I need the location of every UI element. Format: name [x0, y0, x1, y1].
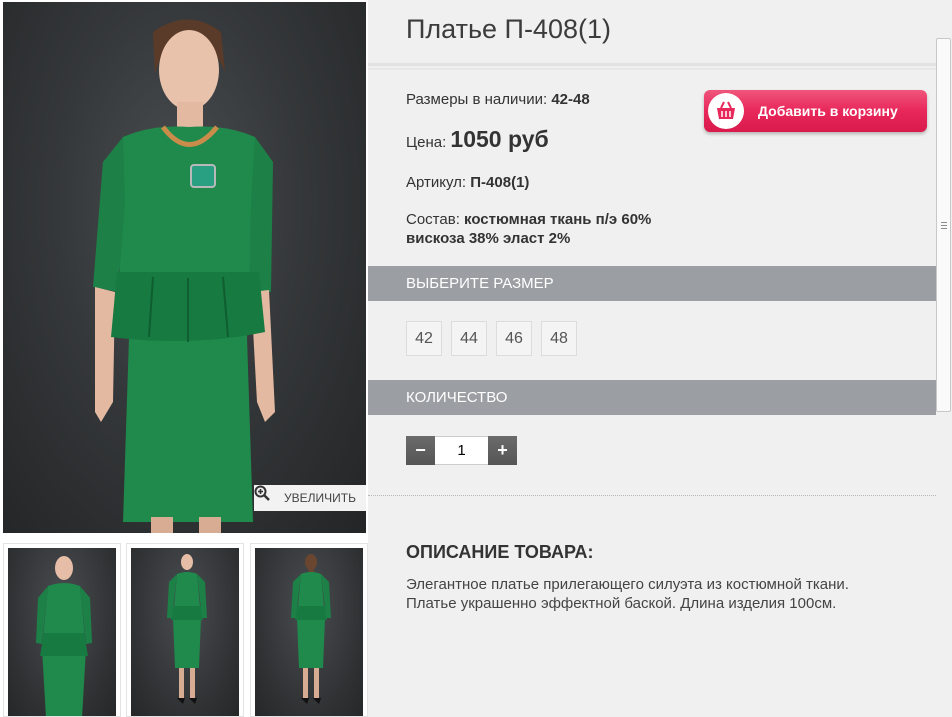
- model-figure: [93, 19, 275, 533]
- description-text: Элегантное платье прилегающего силуэта и…: [406, 575, 916, 613]
- scrollbar-grip-icon: [941, 222, 947, 230]
- thumbnail-back[interactable]: [250, 543, 368, 717]
- description-line-1: Элегантное платье прилегающего силуэта и…: [406, 576, 849, 593]
- zoom-button[interactable]: УВЕЛИЧИТЬ: [254, 485, 366, 511]
- article-value: П-408(1): [470, 174, 530, 191]
- composition-label: Состав:: [406, 211, 460, 228]
- product-info-panel: Платье П-408(1) Размеры в наличии: 42-48…: [368, 0, 936, 717]
- thumbnail-front[interactable]: [3, 543, 121, 717]
- add-to-cart-button[interactable]: Добавить в корзину: [704, 90, 927, 132]
- thumbnail-image: [167, 554, 207, 704]
- size-option-42[interactable]: 42: [406, 321, 442, 356]
- sizes-value: 42-48: [551, 91, 590, 108]
- size-option-48[interactable]: 48: [541, 321, 577, 356]
- increment-button[interactable]: +: [488, 436, 517, 465]
- add-to-cart-label: Добавить в корзину: [758, 103, 898, 119]
- article-label: Артикул:: [406, 174, 467, 191]
- price-label: Цена:: [406, 134, 447, 151]
- description-line-2: Платье украшенно эффектной баской. Длина…: [406, 595, 837, 612]
- title-divider-secondary: [368, 68, 936, 70]
- quantity-section-header: КОЛИЧЕСТВО: [368, 380, 936, 415]
- product-title: Платье П-408(1): [406, 14, 611, 44]
- zoom-label: УВЕЛИЧИТЬ: [284, 491, 356, 505]
- main-product-photo[interactable]: УВЕЛИЧИТЬ: [3, 2, 366, 533]
- section-divider: [368, 495, 936, 496]
- quantity-stepper: − +: [406, 436, 517, 465]
- magnifier-plus-icon: [254, 485, 280, 506]
- thumbnail-image: [36, 556, 92, 716]
- price: Цена: 1050 руб: [406, 126, 549, 153]
- title-divider: [368, 63, 936, 66]
- description-title: ОПИСАНИЕ ТОВАРА:: [406, 542, 594, 562]
- quantity-input[interactable]: [435, 436, 488, 465]
- composition-value-2: вискоза 38% эласт 2%: [406, 230, 571, 247]
- sizes-available: Размеры в наличии: 42-48: [406, 91, 590, 108]
- price-value: 1050 руб: [450, 126, 549, 152]
- thumbnail-full-length[interactable]: [126, 543, 244, 717]
- size-option-44[interactable]: 44: [451, 321, 487, 356]
- article: Артикул: П-408(1): [406, 174, 529, 191]
- composition-value-1: костюмная ткань п/э 60%: [464, 211, 652, 228]
- sizes-label: Размеры в наличии:: [406, 91, 548, 108]
- thumbnail-strip: [3, 543, 368, 717]
- scrollbar-thumb[interactable]: [936, 38, 951, 412]
- thumbnail-image: [291, 554, 331, 704]
- basket-icon: [708, 93, 744, 129]
- composition: Состав: костюмная ткань п/э 60% вискоза …: [406, 210, 651, 248]
- decrement-button[interactable]: −: [406, 436, 435, 465]
- size-section-header: ВЫБЕРИТЕ РАЗМЕР: [368, 266, 936, 301]
- size-option-46[interactable]: 46: [496, 321, 532, 356]
